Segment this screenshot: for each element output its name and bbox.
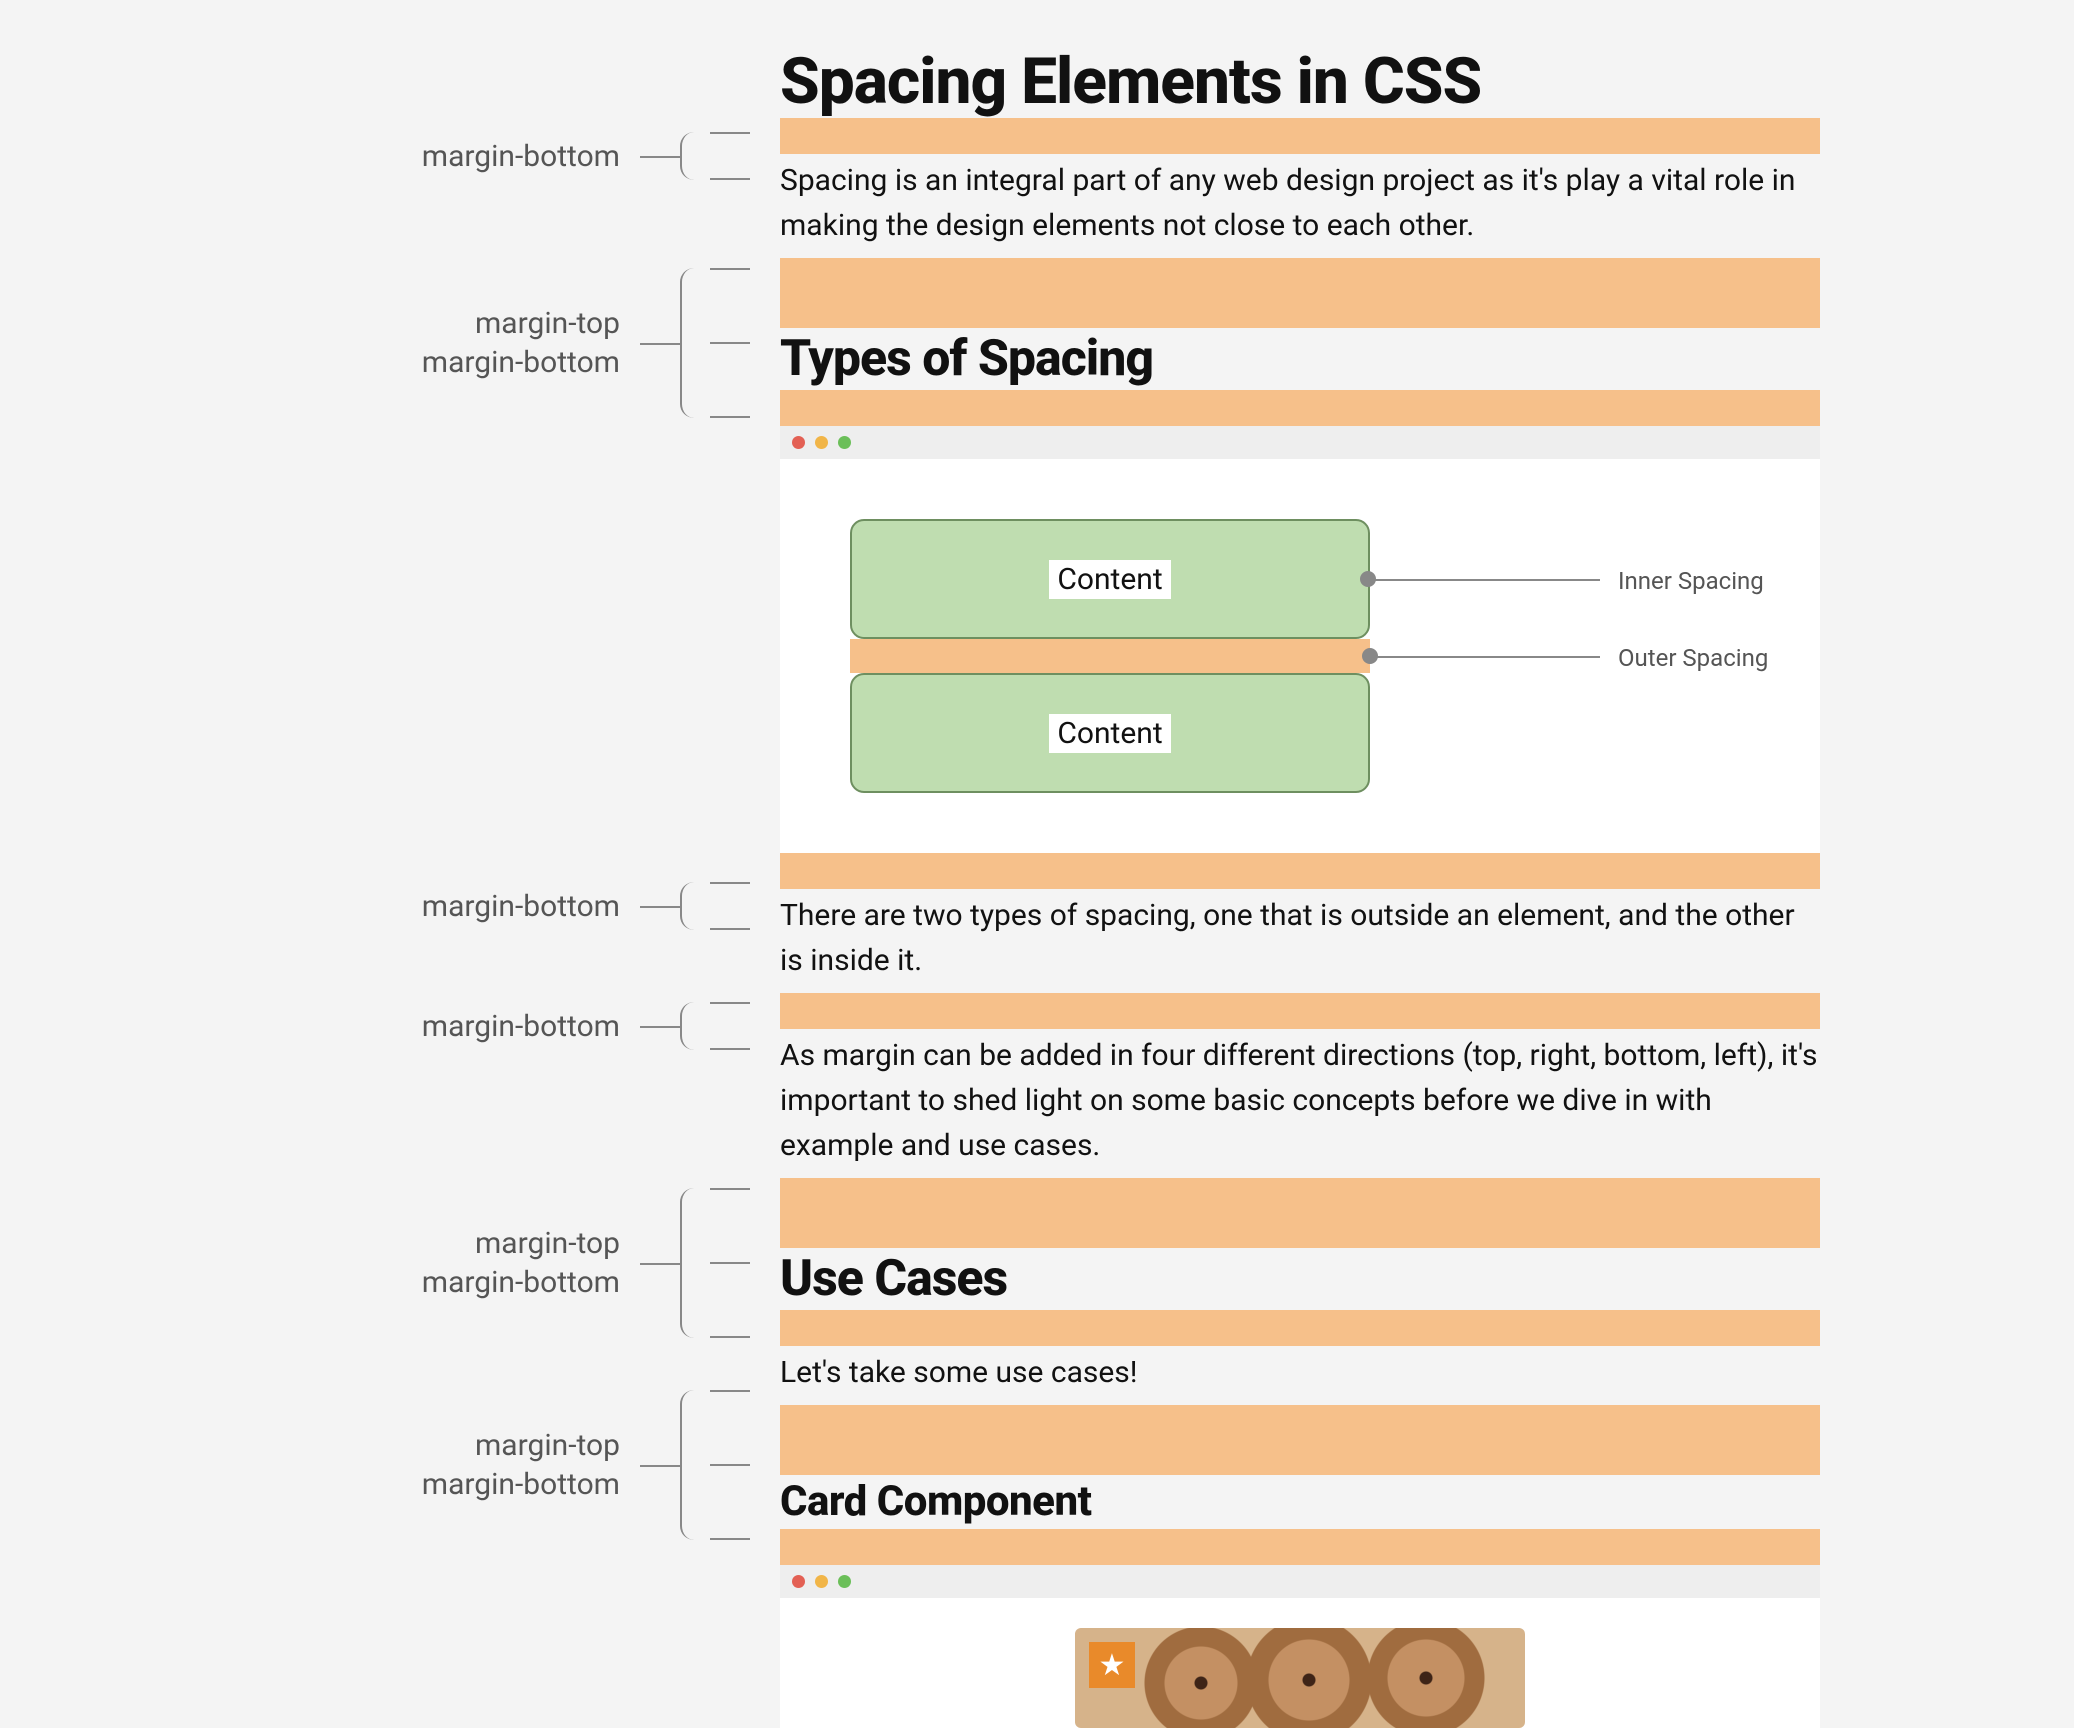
traffic-light-red-icon	[792, 436, 805, 449]
label-text: margin-top margin-bottom	[320, 304, 620, 382]
bracket-icon	[640, 882, 750, 930]
browser-window-2: ★	[780, 1565, 1820, 1728]
article-paragraph: Spacing is an integral part of any web d…	[780, 158, 1820, 248]
label-text: margin-bottom	[320, 887, 620, 926]
outer-spacing-gap	[850, 639, 1370, 673]
article-paragraph: There are two types of spacing, one that…	[780, 893, 1820, 983]
label-margin-top-bottom-1: margin-top margin-bottom	[320, 268, 750, 418]
window-chrome	[780, 1565, 1820, 1598]
label-text: margin-top margin-bottom	[320, 1426, 620, 1504]
bracket-icon	[640, 1390, 750, 1540]
margin-highlight	[780, 1310, 1820, 1346]
traffic-light-green-icon	[838, 1575, 851, 1588]
label-margin-bottom-3: margin-bottom	[320, 1002, 750, 1050]
article-column: Spacing Elements in CSS Spacing is an in…	[780, 40, 1820, 1728]
margin-highlight	[780, 1529, 1820, 1565]
browser-window-1: Content Inner Spacing Outer Spacing Cont…	[780, 426, 1820, 853]
content-box-bottom: Content	[850, 673, 1370, 793]
label-margin-bottom-2: margin-bottom	[320, 882, 750, 930]
bracket-icon	[640, 268, 750, 418]
label-margin-top-bottom-2: margin-top margin-bottom	[320, 1188, 750, 1338]
margin-highlight	[780, 118, 1820, 154]
margin-highlight	[780, 853, 1820, 889]
label-margin-bottom-1: margin-bottom	[320, 132, 750, 180]
annotation-outer-spacing: Outer Spacing	[1618, 644, 1768, 672]
margin-highlight	[780, 1178, 1820, 1248]
label-text: margin-bottom	[320, 1007, 620, 1046]
annotation-inner-spacing: Inner Spacing	[1618, 567, 1764, 595]
section-heading: Types of Spacing	[780, 334, 1820, 384]
label-text: margin-bottom	[320, 137, 620, 176]
article-paragraph: Let's take some use cases!	[780, 1350, 1820, 1395]
window-body: ★	[780, 1598, 1820, 1728]
label-text: margin-top margin-bottom	[320, 1224, 620, 1302]
window-chrome	[780, 426, 1820, 459]
subsection-heading: Card Component	[780, 1481, 1820, 1523]
bracket-icon	[640, 1188, 750, 1338]
star-badge: ★	[1089, 1642, 1135, 1688]
article-title: Spacing Elements in CSS	[780, 50, 1820, 114]
section-heading: Use Cases	[780, 1254, 1820, 1304]
label-margin-top-bottom-3: margin-top margin-bottom	[320, 1390, 750, 1540]
box-label: Content	[1049, 714, 1170, 753]
box-label: Content	[1049, 560, 1170, 599]
bracket-icon	[640, 1002, 750, 1050]
leader-line-icon	[1370, 656, 1600, 658]
traffic-light-yellow-icon	[815, 1575, 828, 1588]
star-icon: ★	[1099, 1648, 1126, 1683]
margin-highlight	[780, 258, 1820, 328]
traffic-light-red-icon	[792, 1575, 805, 1588]
window-body: Content Inner Spacing Outer Spacing Cont…	[780, 459, 1820, 853]
leader-line-icon	[1370, 579, 1600, 581]
bracket-icon	[640, 132, 750, 180]
margin-highlight	[780, 1405, 1820, 1475]
margin-highlight	[780, 390, 1820, 426]
article-paragraph: As margin can be added in four different…	[780, 1033, 1820, 1168]
traffic-light-yellow-icon	[815, 436, 828, 449]
margin-highlight	[780, 993, 1820, 1029]
card-image-cinnamon-rolls: ★	[1075, 1628, 1525, 1728]
traffic-light-green-icon	[838, 436, 851, 449]
content-box-top: Content	[850, 519, 1370, 639]
